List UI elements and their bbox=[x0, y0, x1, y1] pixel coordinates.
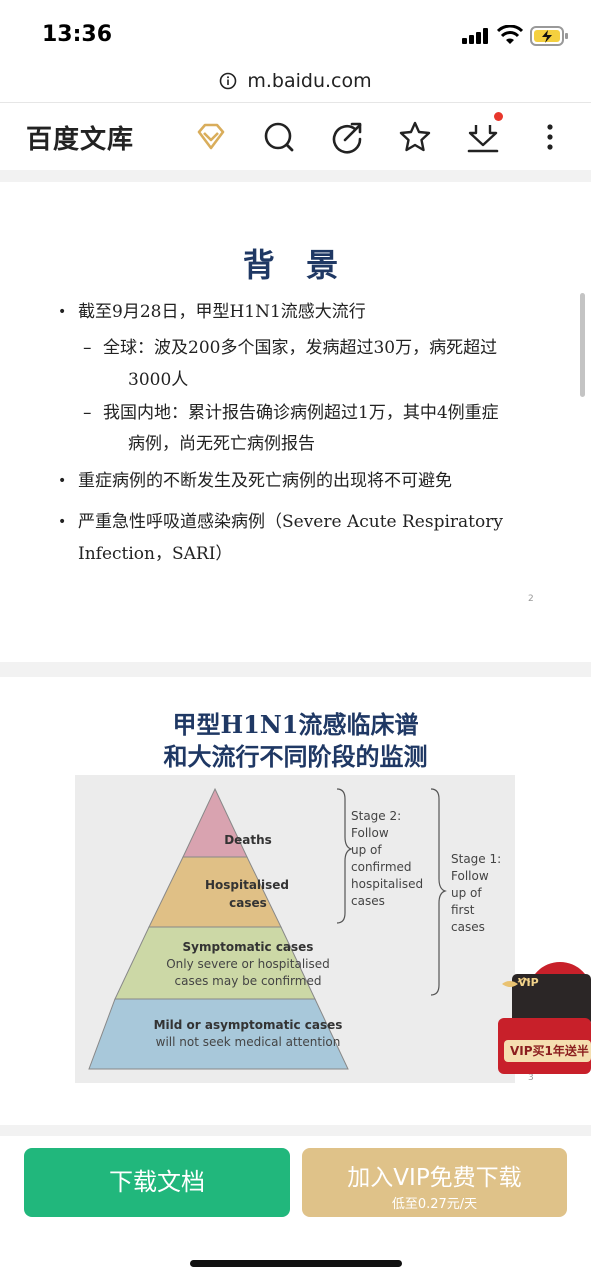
stage2-line-6: cases bbox=[351, 894, 385, 908]
stage1-line-5: cases bbox=[451, 920, 485, 934]
sub-text-1a: 全球：波及200多个国家，发病超过30万，病死超过 bbox=[103, 338, 498, 358]
surveillance-pyramid-figure: Deaths Hospitalised cases Symptomatic ca… bbox=[75, 775, 515, 1083]
join-vip-price: 低至0.27元/天 bbox=[391, 1197, 478, 1212]
stage2-line-3: up of bbox=[351, 843, 382, 857]
pyramid-label-mild-a: Mild or asymptomatic cases bbox=[154, 1018, 343, 1032]
sub-dash: – bbox=[83, 403, 92, 423]
scrollbar-thumb[interactable] bbox=[580, 293, 585, 397]
bullet-dot: • bbox=[58, 473, 67, 489]
sub-text-2a: 我国内地：累计报告确诊病例超过1万，其中4例重症 bbox=[103, 403, 499, 423]
cellular-signal-icon bbox=[462, 28, 488, 44]
stage1-line-4: first bbox=[451, 903, 475, 917]
status-bar: 13:36 bbox=[0, 0, 591, 62]
pyramid-label-symp-a: Symptomatic cases bbox=[183, 940, 314, 954]
status-time: 13:36 bbox=[42, 22, 113, 47]
stage2-line-2: Follow bbox=[351, 826, 389, 840]
more-menu-icon[interactable] bbox=[532, 119, 568, 155]
brand-logo[interactable]: 百度文库 bbox=[26, 119, 134, 156]
pyramid-tier-hospitalised bbox=[148, 856, 282, 928]
bullet-text-2: 重症病例的不断发生及死亡病例的出现将不可避免 bbox=[78, 471, 452, 491]
pyramid-label-deaths: Deaths bbox=[224, 833, 272, 847]
join-vip-label: 加入VIP免费下载 bbox=[347, 1165, 522, 1191]
page-number: 2 bbox=[528, 594, 534, 604]
sub-text-1b: 3000人 bbox=[128, 370, 189, 390]
sub-dash: – bbox=[83, 338, 92, 358]
home-indicator[interactable] bbox=[190, 1260, 402, 1267]
slide-title-line2: 和大流行不同阶段的监测 bbox=[163, 742, 428, 771]
bullet-text-3: 严重急性呼吸道感染病例（Severe Acute Respiratory bbox=[78, 512, 503, 532]
stage2-line-5: hospitalised bbox=[351, 877, 423, 891]
pyramid-tier-mild bbox=[88, 998, 349, 1070]
app-header: 百度文库 bbox=[0, 102, 591, 170]
bullet-dot: • bbox=[58, 304, 67, 320]
stage2-line-1: Stage 2: bbox=[351, 809, 401, 823]
browser-url-bar[interactable]: m.baidu.com bbox=[0, 62, 591, 102]
sub-text-2b: 病例，尚无死亡病例报告 bbox=[128, 434, 315, 454]
pyramid-label-hosp-a: Hospitalised bbox=[205, 878, 289, 892]
stage1-line-3: up of bbox=[451, 886, 482, 900]
wifi-icon bbox=[497, 25, 523, 44]
download-icon[interactable] bbox=[465, 119, 501, 155]
pyramid-label-symp-c: cases may be confirmed bbox=[175, 974, 322, 988]
share-icon[interactable] bbox=[329, 119, 365, 155]
stage1-line-1: Stage 1: bbox=[451, 852, 501, 866]
notification-dot bbox=[494, 112, 503, 121]
vip-promo-float[interactable]: VIP VIP买1年送半 bbox=[498, 960, 591, 1076]
bullet-text-1: 截至9月28日，甲型H1N1流感大流行 bbox=[78, 302, 366, 322]
bullet-dot: • bbox=[58, 514, 67, 530]
bottom-action-bar: 下载文档 加入VIP免费下载 低至0.27元/天 bbox=[0, 1136, 591, 1280]
slide-title-line1: 甲型H1N1流感临床谱 bbox=[172, 710, 419, 739]
vip-diamond-icon[interactable] bbox=[193, 119, 229, 155]
download-document-button[interactable]: 下载文档 bbox=[24, 1148, 290, 1217]
stage1-bracket bbox=[430, 788, 447, 996]
info-icon[interactable] bbox=[219, 72, 237, 90]
bullet-text-3b: Infection，SARI） bbox=[78, 544, 233, 564]
search-icon[interactable] bbox=[261, 119, 297, 155]
url-text[interactable]: m.baidu.com bbox=[247, 70, 371, 92]
vip-promo-text: VIP买1年送半 bbox=[510, 1044, 589, 1058]
pyramid-label-hosp-b: cases bbox=[229, 896, 267, 910]
stage1-line-2: Follow bbox=[451, 869, 489, 883]
pyramid-label-mild-b: will not seek medical attention bbox=[156, 1035, 341, 1049]
stage2-bracket bbox=[336, 788, 353, 924]
join-vip-button[interactable]: 加入VIP免费下载 低至0.27元/天 bbox=[302, 1148, 567, 1217]
document-page-1: 背 景 • 截至9月28日，甲型H1N1流感大流行 – 全球：波及200多个国家… bbox=[0, 182, 591, 662]
pyramid-label-symp-b: Only severe or hospitalised bbox=[166, 957, 330, 971]
vip-card-label: VIP bbox=[518, 976, 539, 989]
slide-title: 背 景 bbox=[242, 246, 349, 284]
battery-charging-icon bbox=[530, 26, 568, 46]
stage2-line-4: confirmed bbox=[351, 860, 412, 874]
star-icon[interactable] bbox=[397, 119, 433, 155]
